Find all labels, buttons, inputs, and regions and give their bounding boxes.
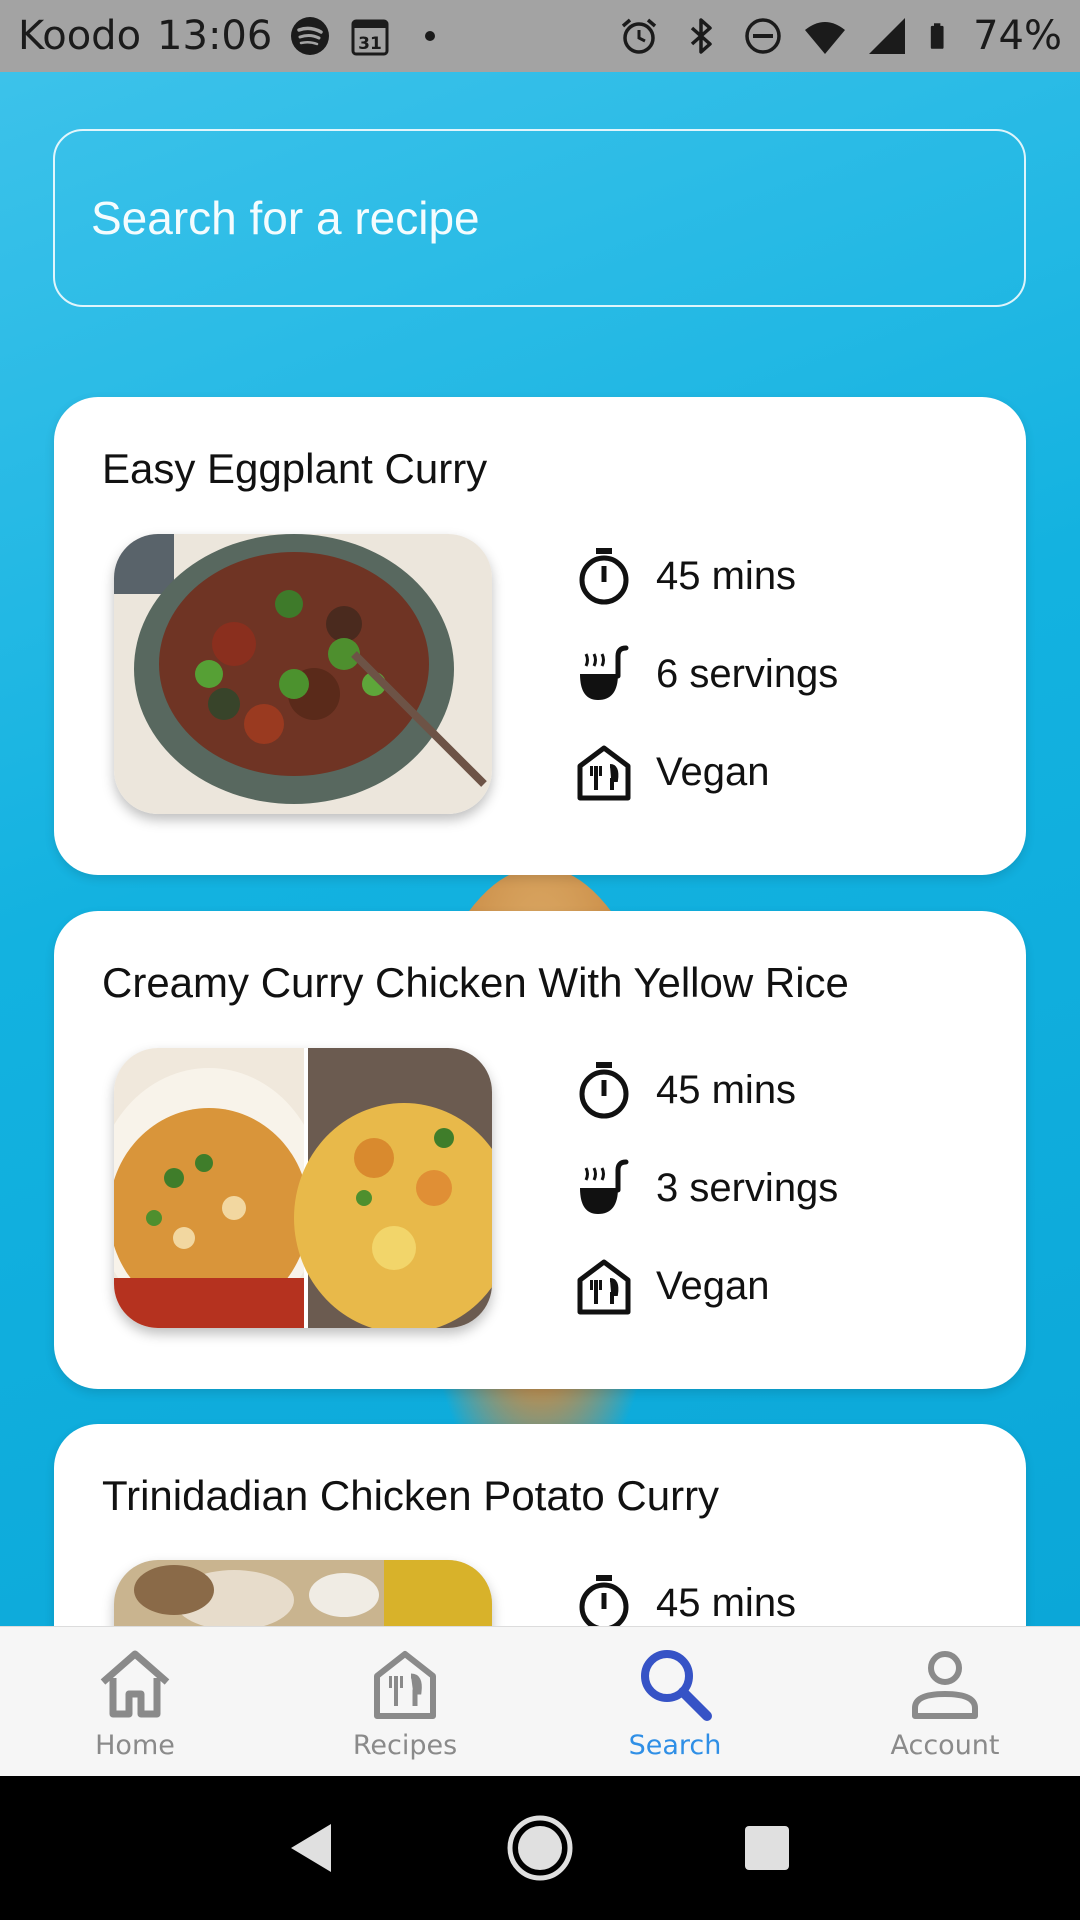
- recipes-icon: [374, 1651, 436, 1719]
- time-row: 45 mins: [574, 1554, 796, 1626]
- diet-row: Vegan: [574, 1237, 838, 1335]
- diet-row: Vegan: [574, 723, 838, 821]
- battery-icon: [930, 23, 944, 49]
- calendar-31-icon: 31: [351, 19, 389, 56]
- recipe-title: Easy Eggplant Curry: [102, 445, 488, 492]
- status-right: 74%: [617, 13, 1062, 59]
- search-input[interactable]: [91, 191, 991, 245]
- search-icon: [641, 1650, 712, 1721]
- account-icon: [912, 1651, 978, 1719]
- recipe-title: Creamy Curry Chicken With Yellow Rice: [102, 959, 849, 1006]
- time-row: 45 mins: [574, 1041, 838, 1139]
- nav-search[interactable]: Search: [540, 1627, 810, 1776]
- wifi-icon: [805, 22, 846, 54]
- time-text: 45 mins: [656, 553, 797, 598]
- home-icon: [100, 1650, 170, 1718]
- diet-text: Vegan: [656, 1263, 770, 1308]
- time-row: 45 mins: [574, 527, 838, 625]
- recipe-image: [114, 1048, 492, 1328]
- nav-recipes[interactable]: Recipes: [270, 1627, 540, 1776]
- system-nav-bar: [0, 1776, 1080, 1920]
- restaurant-house-icon: [577, 1259, 631, 1315]
- battery-percent: 74%: [973, 13, 1062, 59]
- recipe-card[interactable]: Creamy Curry Chicken With Yellow Rice 45…: [54, 911, 1026, 1389]
- time-text: 45 mins: [656, 1067, 797, 1112]
- nav-account-label: Account: [890, 1730, 1000, 1761]
- timer-icon: [579, 548, 629, 605]
- bottom-nav: Home Recipes Search Account: [0, 1626, 1080, 1776]
- status-bar: Koodo 13:06 31 74%: [0, 0, 1080, 72]
- spotify-icon: [291, 17, 330, 55]
- diet-text: Vegan: [656, 749, 770, 794]
- time-label: 13:06: [157, 13, 273, 59]
- time-text: 45 mins: [656, 1580, 797, 1625]
- recipe-card[interactable]: Trinidadian Chicken Potato Curry 45 mins: [54, 1424, 1026, 1626]
- recipe-image: [114, 1560, 492, 1626]
- search-box[interactable]: [53, 129, 1026, 307]
- recipe-image: [114, 534, 492, 814]
- bluetooth-icon: [690, 18, 712, 54]
- eggplant-curry-photo: [114, 534, 492, 814]
- ladle-icon: [580, 645, 629, 700]
- dot-icon: [425, 31, 436, 41]
- recipe-meta: 45 mins 6 servings Vegan: [574, 527, 838, 821]
- dnd-icon: [745, 18, 781, 54]
- timer-icon: [579, 1062, 629, 1119]
- alarm-icon: [621, 18, 657, 54]
- main-content[interactable]: Easy Eggplant Curry: [0, 72, 1080, 1626]
- calendar-day-text: 31: [358, 34, 382, 54]
- servings-row: 3 servings: [574, 1139, 838, 1237]
- back-icon[interactable]: [273, 1808, 353, 1888]
- nav-home[interactable]: Home: [0, 1627, 270, 1776]
- carrier-label: Koodo: [18, 13, 142, 59]
- timer-icon: [579, 1575, 629, 1626]
- recipe-meta: 45 mins: [574, 1554, 796, 1626]
- restaurant-house-icon: [577, 745, 631, 801]
- nav-search-label: Search: [628, 1730, 722, 1761]
- home-button-icon[interactable]: [500, 1808, 580, 1888]
- recipe-title: Trinidadian Chicken Potato Curry: [102, 1472, 720, 1519]
- status-left: Koodo 13:06 31: [18, 13, 452, 59]
- signal-icon: [869, 18, 906, 54]
- chicken-potato-curry-photo: [114, 1560, 492, 1626]
- servings-text: 3 servings: [656, 1165, 839, 1210]
- nav-home-label: Home: [95, 1730, 175, 1761]
- recipe-meta: 45 mins 3 servings Vegan: [574, 1041, 838, 1335]
- recents-icon[interactable]: [727, 1808, 807, 1888]
- recipe-card[interactable]: Easy Eggplant Curry 45 mins 6 servings V…: [54, 397, 1026, 875]
- nav-account[interactable]: Account: [810, 1627, 1080, 1776]
- ladle-icon: [580, 1159, 629, 1214]
- nav-recipes-label: Recipes: [352, 1730, 458, 1761]
- curry-chicken-photo: [114, 1048, 492, 1328]
- servings-row: 6 servings: [574, 625, 838, 723]
- servings-text: 6 servings: [656, 651, 839, 696]
